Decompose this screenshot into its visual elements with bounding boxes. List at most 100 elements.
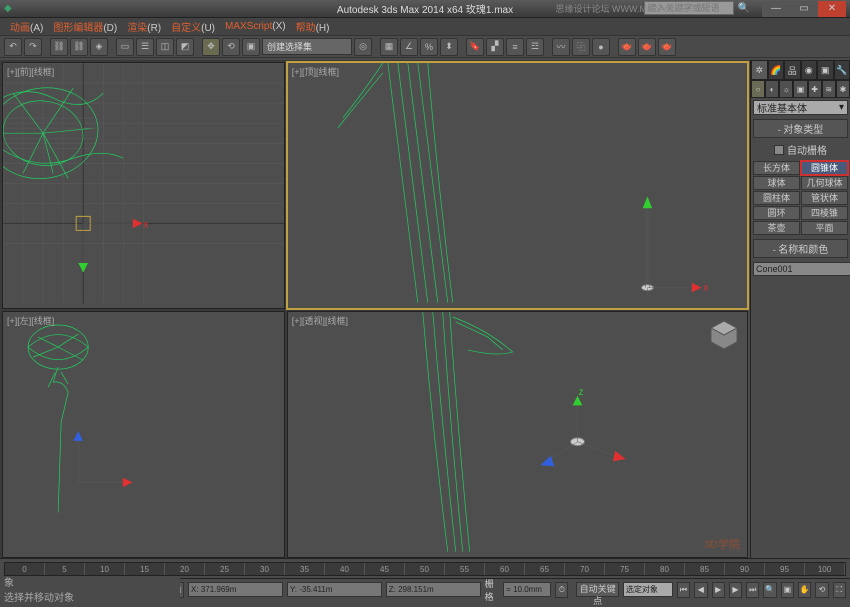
- viewport-top[interactable]: [+][顶][线框] x: [287, 62, 748, 309]
- prim-box[interactable]: 长方体: [753, 161, 800, 175]
- play-start-icon[interactable]: ⏮: [677, 582, 690, 598]
- prim-geosphere[interactable]: 几何球体: [801, 176, 848, 190]
- unlink-button[interactable]: ⛓: [70, 38, 88, 56]
- tab-hierarchy[interactable]: 品: [784, 60, 801, 80]
- sub-lights[interactable]: ☼: [779, 80, 793, 98]
- grid-icon: z: [288, 312, 747, 552]
- viewport-front-label[interactable]: [+][前][线框]: [7, 65, 54, 78]
- menu-graph-editors[interactable]: 图形编辑器(D): [49, 19, 121, 34]
- menu-animation[interactable]: 动画(A): [6, 19, 47, 34]
- prim-torus[interactable]: 圆环: [753, 206, 800, 220]
- cone-gizmo[interactable]: z: [541, 387, 624, 466]
- mirror-button[interactable]: ▞: [486, 38, 504, 56]
- move-gizmo[interactable]: x: [76, 216, 148, 271]
- prim-cylinder[interactable]: 圆柱体: [753, 191, 800, 205]
- render-frame-button[interactable]: 🫖: [638, 38, 656, 56]
- tab-utilities[interactable]: 🔧: [834, 60, 850, 80]
- play-next-icon[interactable]: ▶: [729, 582, 742, 598]
- sub-cameras[interactable]: ▣: [793, 80, 807, 98]
- tab-display[interactable]: ▣: [817, 60, 834, 80]
- nav-zoom-icon[interactable]: 🔍: [763, 582, 776, 598]
- render-setup-button[interactable]: 🫖: [618, 38, 636, 56]
- autokey-button[interactable]: 自动关键点: [576, 582, 618, 597]
- svg-text:x: x: [703, 283, 708, 294]
- minimize-button[interactable]: —: [762, 1, 790, 17]
- maximize-button[interactable]: ▭: [790, 1, 818, 17]
- material-editor-button[interactable]: ●: [592, 38, 610, 56]
- viewport-left-label[interactable]: [+][左][线框]: [7, 314, 54, 327]
- prompt-area: 象 选择并移动对象: [0, 578, 180, 600]
- rollout-object-type[interactable]: - 对象类型: [753, 119, 848, 138]
- viewport-left[interactable]: [+][左][线框]: [2, 311, 285, 558]
- viewport-perspective-label[interactable]: [+][透视][线框]: [292, 314, 348, 327]
- cone-gizmo[interactable]: x: [641, 198, 708, 298]
- percent-snap-toggle[interactable]: %: [420, 38, 438, 56]
- scale-button[interactable]: ▣: [242, 38, 260, 56]
- move-button[interactable]: ✥: [202, 38, 220, 56]
- key-filter-dropdown[interactable]: 选定对象: [623, 582, 673, 597]
- autogrid-checkbox[interactable]: 自动栅格: [753, 142, 848, 157]
- nav-zoomall-icon[interactable]: ▣: [781, 582, 794, 598]
- tab-create[interactable]: ✲: [751, 60, 768, 80]
- play-end-icon[interactable]: ⏭: [746, 582, 759, 598]
- viewport-area: [+][前][线框] x [+][顶][线框]: [0, 60, 748, 558]
- bind-button[interactable]: ◈: [90, 38, 108, 56]
- sub-shapes[interactable]: ◐: [765, 80, 779, 98]
- coord-x-field[interactable]: [188, 582, 283, 597]
- named-sel-button[interactable]: 🔖: [466, 38, 484, 56]
- snap-toggle[interactable]: ▦: [380, 38, 398, 56]
- select-name-button[interactable]: ☰: [136, 38, 154, 56]
- prim-plane[interactable]: 平面: [801, 221, 848, 235]
- move-gizmo[interactable]: [74, 432, 131, 486]
- coord-y-field[interactable]: [287, 582, 382, 597]
- nav-max-icon[interactable]: ⛶: [833, 582, 846, 598]
- select-region-button[interactable]: ◫: [156, 38, 174, 56]
- undo-button[interactable]: ↶: [4, 38, 22, 56]
- menu-maxscript[interactable]: MAXScript(X): [221, 21, 290, 32]
- tab-modify[interactable]: 🌈: [768, 60, 785, 80]
- prim-cone[interactable]: 圆锥体: [801, 161, 848, 175]
- align-button[interactable]: ≡: [506, 38, 524, 56]
- coord-z-field[interactable]: [386, 582, 481, 597]
- close-button[interactable]: ✕: [818, 1, 846, 17]
- ref-coord-dropdown[interactable]: 创建选择集: [262, 38, 352, 55]
- viewport-front[interactable]: [+][前][线框] x: [2, 62, 285, 309]
- object-name-input[interactable]: [753, 262, 850, 276]
- prim-teapot[interactable]: 茶壶: [753, 221, 800, 235]
- time-tag-icon[interactable]: ⏱: [555, 582, 568, 598]
- sub-systems[interactable]: ✱: [836, 80, 850, 98]
- select-button[interactable]: ▭: [116, 38, 134, 56]
- spinner-snap-toggle[interactable]: ⬍: [440, 38, 458, 56]
- sub-helpers[interactable]: ✚: [808, 80, 822, 98]
- play-icon[interactable]: ▶: [712, 582, 725, 598]
- nav-orbit-icon[interactable]: ⟲: [815, 582, 828, 598]
- rollout-name-color[interactable]: - 名称和颜色: [753, 239, 848, 258]
- prim-pyramid[interactable]: 四棱锥: [801, 206, 848, 220]
- tab-motion[interactable]: ◉: [801, 60, 818, 80]
- angle-snap-toggle[interactable]: ∠: [400, 38, 418, 56]
- window-crossing-button[interactable]: ◩: [176, 38, 194, 56]
- menu-rendering[interactable]: 渲染(R): [123, 19, 165, 34]
- view-cube[interactable]: [707, 318, 741, 352]
- schematic-button[interactable]: ⿻: [572, 38, 590, 56]
- curve-editor-button[interactable]: 〰: [552, 38, 570, 56]
- use-center-button[interactable]: ◎: [354, 38, 372, 56]
- category-dropdown[interactable]: 标准基本体▾: [753, 100, 848, 115]
- render-button[interactable]: 🫖: [658, 38, 676, 56]
- menu-customize[interactable]: 自定义(U): [167, 19, 219, 34]
- rotate-button[interactable]: ⟲: [222, 38, 240, 56]
- sub-geometry[interactable]: ○: [751, 80, 765, 98]
- search-icon[interactable]: 🔍: [738, 3, 750, 14]
- play-prev-icon[interactable]: ◀: [694, 582, 707, 598]
- menu-help[interactable]: 帮助(H): [292, 19, 334, 34]
- viewport-perspective[interactable]: [+][透视][线框] z: [287, 311, 748, 558]
- sub-spacewarps[interactable]: ≋: [822, 80, 836, 98]
- redo-button[interactable]: ↷: [24, 38, 42, 56]
- viewport-top-label[interactable]: [+][顶][线框]: [292, 65, 339, 78]
- grid-value: = 10.0mm: [503, 582, 551, 597]
- layers-button[interactable]: ☲: [526, 38, 544, 56]
- prim-sphere[interactable]: 球体: [753, 176, 800, 190]
- link-button[interactable]: ⛓: [50, 38, 68, 56]
- nav-pan-icon[interactable]: ✋: [798, 582, 811, 598]
- prim-tube[interactable]: 管状体: [801, 191, 848, 205]
